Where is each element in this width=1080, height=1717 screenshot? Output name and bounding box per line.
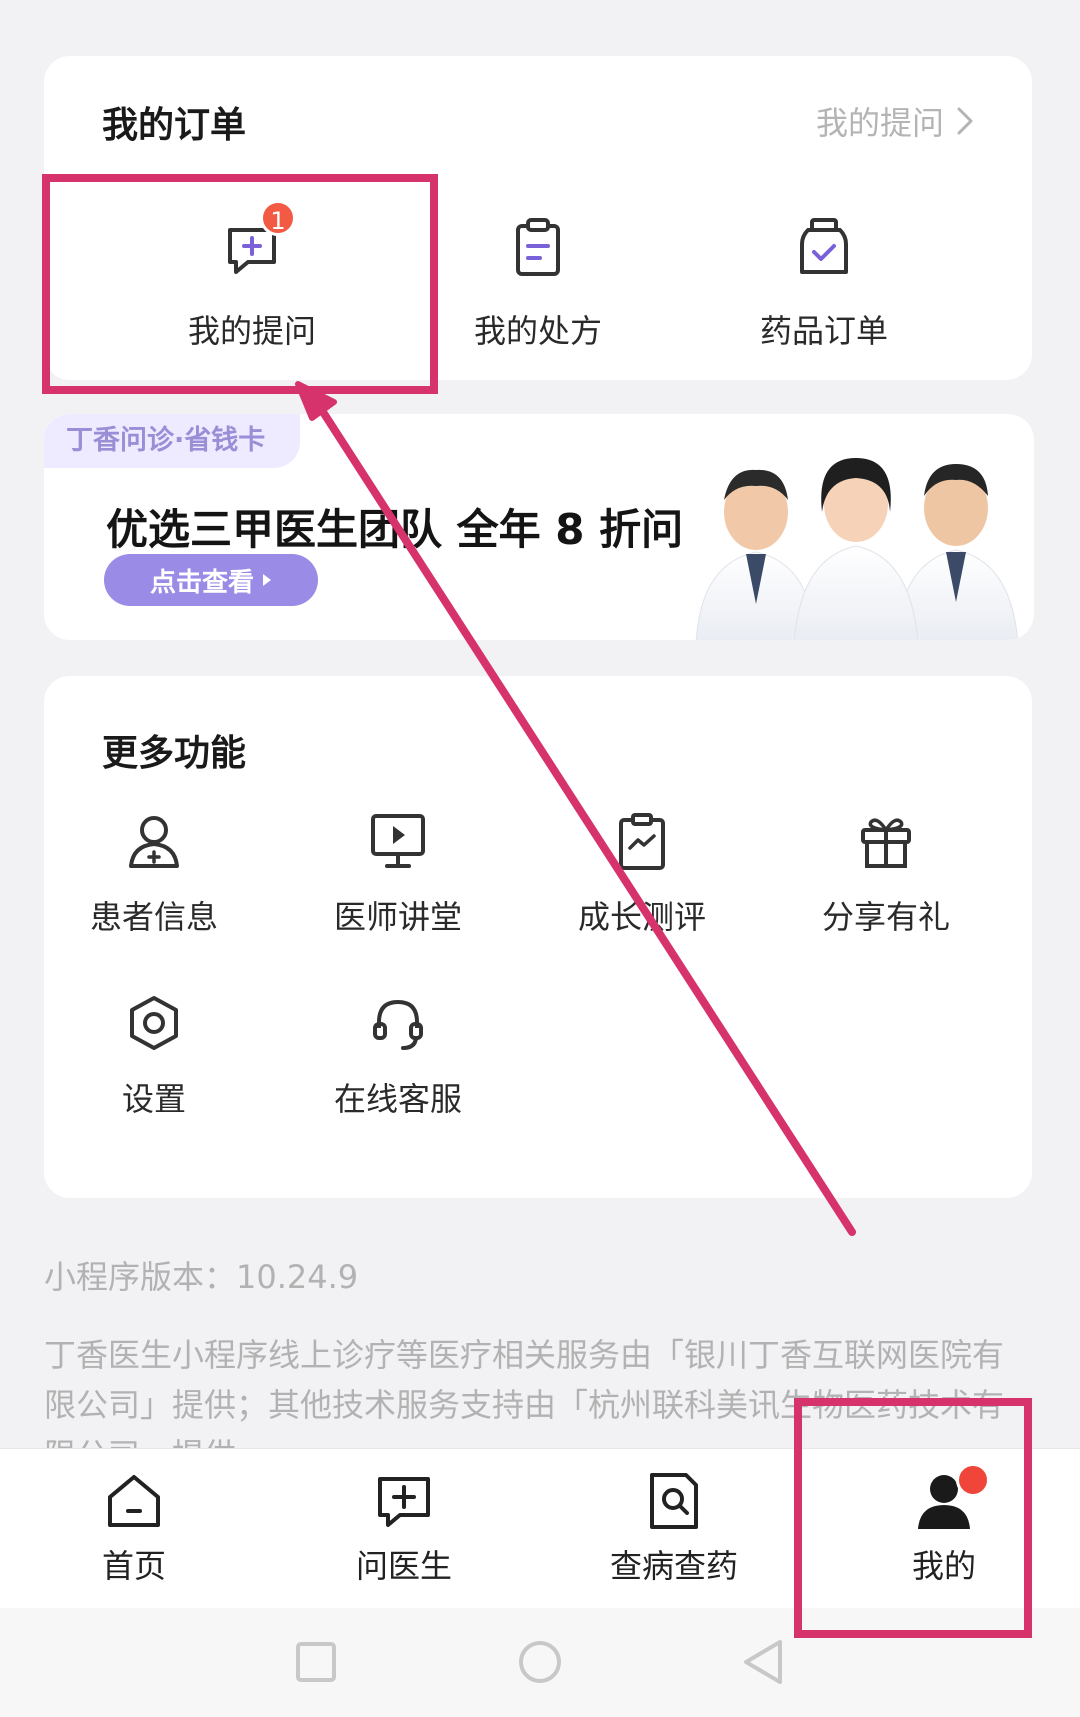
settings-hexagon-icon [130, 996, 178, 1050]
tab-label: 查病查药 [609, 1547, 738, 1585]
feature-label: 分享有礼 [821, 898, 950, 936]
view-details-label: 点击查看 [149, 567, 254, 598]
tab-disease-drug-search[interactable]: 查病查药 [574, 1469, 774, 1589]
tab-home[interactable]: 首页 [34, 1469, 234, 1589]
feature-settings[interactable]: 设置 [34, 994, 274, 1134]
tab-ask-doctor[interactable]: 问医生 [304, 1469, 504, 1589]
orders-title: 我的订单 [102, 105, 247, 146]
gift-icon [861, 818, 911, 868]
home-circle-icon[interactable] [516, 1638, 564, 1686]
highlight-box-me-tab [794, 1398, 1032, 1638]
video-lecture-icon [371, 814, 425, 868]
order-item-medicine-orders[interactable]: 药品订单 [674, 216, 974, 356]
feature-growth-assessment[interactable]: 成长测评 [522, 812, 762, 952]
recent-apps-icon[interactable] [292, 1638, 340, 1686]
promo-headline: 优选三甲医生团队 全年 8 折问 [106, 505, 684, 554]
view-details-button[interactable]: 点击查看 [104, 554, 318, 606]
ask-doctor-icon [378, 1477, 430, 1527]
savings-card-banner[interactable]: 丁香问诊·省钱卡 优选三甲医生团队 全年 8 折问 点击查看 [44, 414, 1034, 640]
back-triangle-icon[interactable] [740, 1638, 788, 1686]
more-functions-card: 更多功能 患者信息 医师讲堂 成长测评 分享有礼 设置 在线客服 [44, 676, 1032, 1198]
play-triangle-icon [263, 574, 271, 586]
feature-label: 设置 [121, 1080, 186, 1118]
feature-label: 成长测评 [577, 898, 706, 936]
feature-patient-info[interactable]: 患者信息 [34, 812, 274, 952]
tab-label: 问医生 [355, 1547, 452, 1585]
feature-share-rewards[interactable]: 分享有礼 [766, 812, 1006, 952]
feature-online-service[interactable]: 在线客服 [278, 994, 518, 1134]
my-questions-link-label: 我的提问 [815, 104, 944, 142]
prescription-clipboard-icon [516, 218, 560, 276]
chevron-right-icon [957, 107, 973, 135]
search-document-icon [650, 1473, 698, 1529]
feature-label: 患者信息 [89, 898, 218, 936]
highlight-box-my-questions [42, 174, 438, 394]
feature-label: 医师讲堂 [333, 898, 462, 936]
patient-add-icon [129, 816, 179, 868]
feature-label: 在线客服 [333, 1080, 462, 1118]
app-version: 小程序版本：10.24.9 [44, 1258, 359, 1296]
home-icon [108, 1475, 160, 1527]
feature-doctor-lectures[interactable]: 医师讲堂 [278, 812, 518, 952]
medicine-bottle-icon [800, 218, 848, 274]
order-item-label: 药品订单 [759, 312, 888, 350]
order-item-label: 我的处方 [473, 312, 602, 350]
growth-chart-clipboard-icon [619, 813, 665, 870]
headset-icon [373, 999, 423, 1050]
doctors-team-illustration [695, 458, 1019, 640]
my-questions-link[interactable]: 我的提问 [816, 98, 974, 144]
more-functions-title: 更多功能 [102, 733, 247, 774]
promo-tag: 丁香问诊·省钱卡 [44, 414, 300, 468]
tab-label: 首页 [101, 1547, 166, 1585]
